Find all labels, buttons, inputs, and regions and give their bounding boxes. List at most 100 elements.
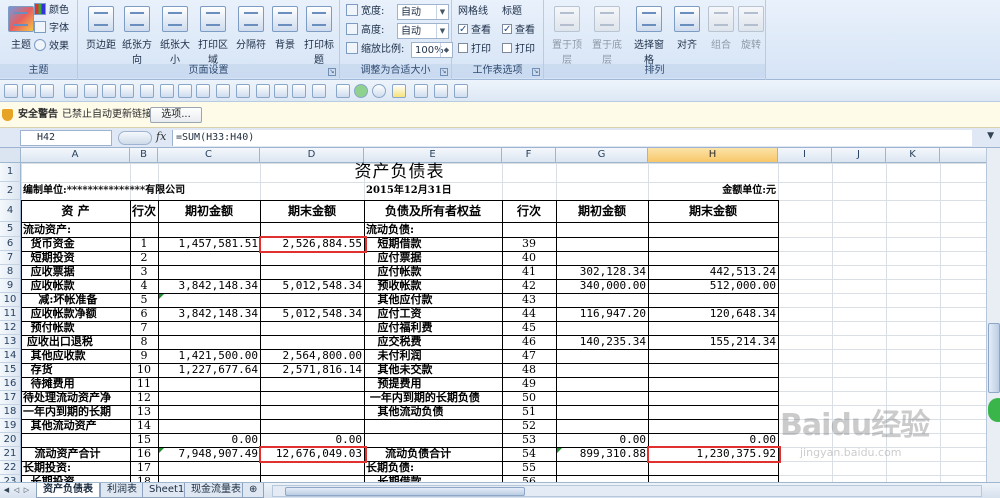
cell-a17[interactable]: 其他流动资产	[23, 419, 128, 433]
cell-g6[interactable]: 302,128.34	[558, 265, 646, 279]
cell-b15[interactable]: 12	[132, 391, 156, 405]
cell-a3[interactable]: 流动资产:	[23, 222, 128, 237]
column-header-b[interactable]: B	[130, 148, 158, 163]
cell-a13[interactable]: 存货	[23, 363, 128, 377]
effects-button[interactable]: 效果	[34, 39, 69, 55]
height-select[interactable]: 自动 ▼	[397, 23, 449, 39]
vertical-scroll-thumb[interactable]	[988, 323, 1000, 393]
cell-c4[interactable]: 1,457,581.51	[160, 237, 258, 251]
cell-e5[interactable]: 应付票据	[366, 251, 500, 265]
cell-e15[interactable]: 一年内到期的长期负债	[366, 391, 500, 405]
cell-d12[interactable]: 2,564,800.00	[262, 349, 362, 363]
cell-c18[interactable]: 0.00	[160, 433, 259, 447]
redo-icon[interactable]	[40, 84, 54, 98]
vertical-scrollbar[interactable]	[986, 148, 1000, 482]
security-options-button[interactable]: 选项...	[150, 107, 202, 123]
cell-d9[interactable]: 5,012,548.34	[262, 307, 362, 321]
cell-f8[interactable]: 43	[504, 293, 554, 307]
new-sheet-icon[interactable]: ⊕	[242, 483, 265, 498]
cell-d19[interactable]: 12,676,049.03	[262, 447, 362, 461]
cell-a6[interactable]: 应收票据	[23, 265, 128, 279]
cell-e6[interactable]: 应付帐款	[366, 265, 500, 279]
cell-b14[interactable]: 11	[132, 377, 156, 391]
cell-f15[interactable]: 50	[504, 391, 554, 405]
cell-a10[interactable]: 预付帐款	[23, 321, 128, 335]
cell-f21[interactable]: 56	[504, 475, 554, 482]
row-header-8[interactable]: 8	[0, 265, 21, 279]
align-center-icon[interactable]	[178, 84, 192, 98]
row-header-11[interactable]: 11	[0, 307, 21, 321]
cell-e13[interactable]: 其他未交款	[366, 363, 500, 377]
background-button[interactable]: 背景	[266, 4, 304, 60]
next-sheet-icon[interactable]: ▷	[22, 484, 31, 497]
row-header-21[interactable]: 21	[0, 447, 21, 461]
error-indicator-icon[interactable]	[159, 294, 164, 299]
cell-e9[interactable]: 应付工资	[366, 307, 500, 321]
cell-e11[interactable]: 应交税费	[366, 335, 500, 349]
column-header-d[interactable]: D	[260, 148, 364, 163]
column-header-e[interactable]: E	[364, 148, 502, 163]
cell-b4[interactable]: 1	[132, 237, 156, 251]
table-icon[interactable]	[4, 84, 18, 98]
cell-a11[interactable]: 应收出口退税	[23, 335, 128, 349]
expand-formula-icon[interactable]: ▼	[987, 131, 994, 141]
row-header-20[interactable]: 20	[0, 433, 21, 447]
column-header-g[interactable]: G	[556, 148, 648, 163]
cell-b7[interactable]: 4	[132, 279, 156, 293]
formula-buttons[interactable]	[118, 131, 152, 145]
cell-b6[interactable]: 3	[132, 265, 156, 279]
row-header-10[interactable]: 10	[0, 293, 21, 307]
row-header-6[interactable]: 6	[0, 237, 21, 251]
picture-icon[interactable]	[292, 84, 306, 98]
row-header-22[interactable]: 22	[0, 461, 21, 475]
gridlines-view-checkbox[interactable]: 查看	[458, 22, 491, 39]
cell-a19[interactable]: 流动资产合计	[23, 447, 128, 461]
cell-e8[interactable]: 其他应付款	[366, 293, 500, 307]
cell-a20[interactable]: 长期投资:	[23, 461, 128, 475]
cell-b13[interactable]: 10	[132, 363, 156, 377]
row-header-19[interactable]: 19	[0, 419, 21, 433]
cell-c13[interactable]: 1,227,677.64	[160, 363, 258, 377]
cell-e7[interactable]: 预收帐款	[366, 279, 500, 293]
cell-a12[interactable]: 其他应收款	[23, 349, 128, 363]
floating-badge[interactable]	[988, 398, 1000, 422]
cell-h6[interactable]: 442,513.24	[650, 265, 776, 279]
horizontal-scrollbar[interactable]	[272, 485, 982, 497]
cell-b18[interactable]: 15	[132, 433, 156, 447]
row-header-23[interactable]: 23	[0, 475, 21, 482]
cell-b17[interactable]: 14	[132, 419, 156, 433]
cell-a16[interactable]: 一年内到期的长期	[23, 405, 128, 419]
column-header-a[interactable]: A	[21, 148, 130, 163]
column-header-c[interactable]: C	[158, 148, 260, 163]
cell-f6[interactable]: 41	[504, 265, 554, 279]
column-header-k[interactable]: K	[886, 148, 940, 163]
cell-f10[interactable]: 45	[504, 321, 554, 335]
cell-f12[interactable]: 47	[504, 349, 554, 363]
fill-color-icon[interactable]	[392, 84, 406, 98]
more-icon[interactable]	[454, 84, 468, 98]
cell-f17[interactable]: 52	[504, 419, 554, 433]
cell-b16[interactable]: 13	[132, 405, 156, 419]
camera-icon[interactable]	[256, 84, 270, 98]
column-header-f[interactable]: F	[502, 148, 556, 163]
cell-c19[interactable]: 7,948,907.49	[160, 447, 258, 461]
cell-d4[interactable]: 2,526,884.55	[262, 237, 362, 251]
cell-e14[interactable]: 预提费用	[366, 377, 500, 391]
fonts-button[interactable]: 字体	[34, 21, 69, 37]
orientation-button[interactable]: 纸张方向	[118, 4, 156, 66]
row-header-13[interactable]: 13	[0, 335, 21, 349]
cell-e10[interactable]: 应付福利费	[366, 321, 500, 335]
gridlines-print-checkbox[interactable]: 打印	[458, 42, 491, 58]
cell-d18[interactable]: 0.00	[262, 433, 363, 447]
cell-e12[interactable]: 未付利润	[366, 349, 500, 363]
merge-icon[interactable]	[84, 84, 98, 98]
sheet-tab-0[interactable]: 资产负债表	[36, 483, 100, 498]
first-sheet-icon[interactable]: ◀	[2, 484, 11, 497]
zoom-icon[interactable]	[312, 84, 326, 98]
undo-icon[interactable]	[22, 84, 36, 98]
cell-b20[interactable]: 17	[132, 461, 156, 475]
cell-h9[interactable]: 120,648.34	[650, 307, 776, 321]
cell-f9[interactable]: 44	[504, 307, 554, 321]
scale-expand-icon[interactable]: ↘	[440, 68, 448, 76]
cell-h7[interactable]: 512,000.00	[650, 279, 776, 293]
